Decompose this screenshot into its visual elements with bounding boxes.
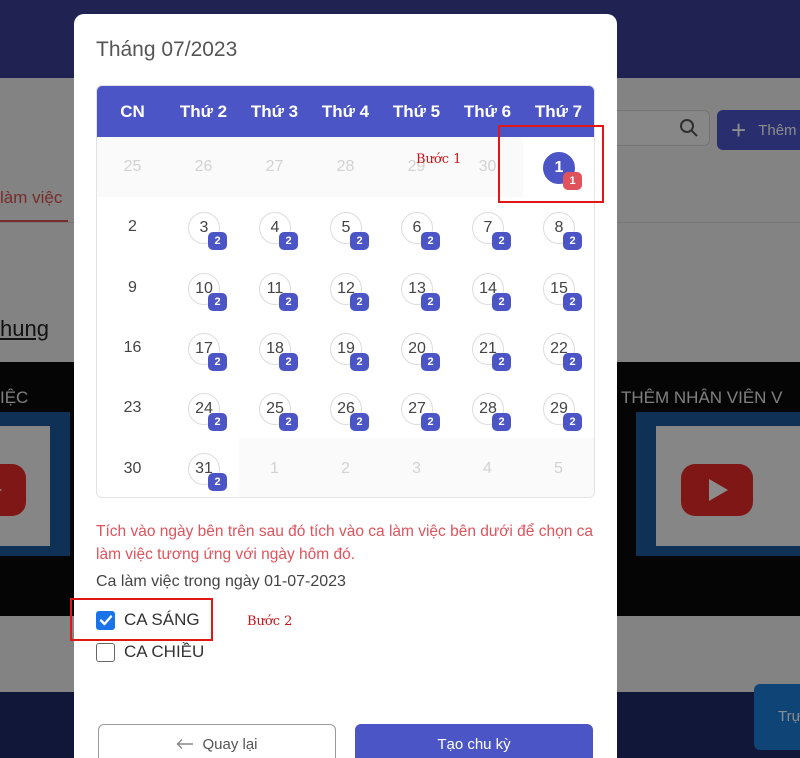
shift-count-badge: 2 <box>492 413 511 432</box>
calendar-day[interactable]: 16 <box>97 318 168 378</box>
annotation-step1-label: Bước 1 <box>416 152 462 167</box>
calendar-day[interactable]: 72 <box>452 197 523 257</box>
calendar-day[interactable]: 42 <box>239 197 310 257</box>
day-number: 9 <box>128 278 137 296</box>
instruction-text: Tích vào ngày bên trên sau đó tích vào c… <box>96 523 594 563</box>
day-number: 26 <box>194 158 213 176</box>
day-number: 2 <box>341 459 350 477</box>
shift-section-title: Ca làm việc trong ngày 01-07-2023 <box>96 573 346 590</box>
shift-count-badge: 2 <box>279 413 298 432</box>
calendar-day[interactable]: 22 2 <box>523 318 594 378</box>
shift-count-badge: 2 <box>279 352 298 371</box>
calendar-day[interactable]: 12 2 <box>310 258 381 318</box>
shift-count-badge: 2 <box>350 232 369 251</box>
calendar-day[interactable]: 23 <box>97 378 168 438</box>
shift-count-badge: 2 <box>492 352 511 371</box>
day-number: 27 <box>265 158 284 176</box>
shift-count-badge: 2 <box>421 292 440 311</box>
shift-count-badge: 2 <box>492 232 511 251</box>
calendar-day-outside-month: 1 <box>239 438 310 497</box>
shift-count-badge: 2 <box>563 413 582 432</box>
weekday-label: Thứ 5 <box>392 101 441 121</box>
day-number: 4 <box>483 459 492 477</box>
day-number: 16 <box>123 339 142 357</box>
calendar-day[interactable]: 24 2 <box>168 378 239 438</box>
weekday-label: CN <box>120 101 145 121</box>
calendar-day[interactable]: 11 2 <box>239 258 310 318</box>
calendar-day[interactable]: 62 <box>381 197 452 257</box>
shift-count-badge: 2 <box>421 352 440 371</box>
shift-count-badge: 2 <box>350 413 369 432</box>
calendar-day[interactable]: 18 2 <box>239 318 310 378</box>
shift-count-badge: 2 <box>421 232 440 251</box>
calendar-day-outside-month: 3 <box>381 438 452 497</box>
shift-count-badge: 2 <box>208 413 227 432</box>
day-number: 2 <box>128 218 137 236</box>
day-number: 30 <box>123 459 142 477</box>
calendar-day-outside-month: 26 <box>168 137 239 198</box>
calendar-day[interactable]: 52 <box>310 197 381 257</box>
calendar-day-outside-month: 4 <box>452 438 523 497</box>
calendar-day-outside-month: 28 <box>310 137 381 198</box>
back-button[interactable]: Quay lại <box>98 724 336 758</box>
shift-count-badge: 2 <box>208 292 227 311</box>
day-number: 23 <box>123 399 142 417</box>
calendar-day-outside-month: 25 <box>97 137 168 198</box>
calendar-day[interactable]: 9 <box>97 258 168 318</box>
calendar-day[interactable]: 29 2 <box>523 378 594 438</box>
calendar-day[interactable]: 21 2 <box>452 318 523 378</box>
weekday-label: Thứ 4 <box>321 101 370 121</box>
calendar-month-title: Tháng 07/2023 <box>96 38 238 61</box>
calendar-day[interactable]: 32 <box>168 197 239 257</box>
shift-count-badge: 2 <box>492 292 511 311</box>
day-number: 29 <box>407 158 426 176</box>
shift-count-badge: 2 <box>350 292 369 311</box>
shift-count-badge: 2 <box>563 352 582 371</box>
calendar-day[interactable]: 31 2 <box>168 438 239 497</box>
calendar-day[interactable]: 82 <box>523 197 594 257</box>
shift-count-badge: 2 <box>208 473 227 492</box>
create-cycle-button[interactable]: Tạo chu kỳ <box>355 724 593 758</box>
day-number: 1 <box>270 459 279 477</box>
shift-count-badge: 2 <box>563 292 582 311</box>
day-number: 5 <box>554 459 563 477</box>
arrow-left-icon <box>176 739 194 749</box>
calendar-day-outside-month: 5 <box>523 438 594 497</box>
calendar-day[interactable]: 28 2 <box>452 378 523 438</box>
shift-count-badge: 2 <box>421 413 440 432</box>
annotation-step2-label: Bước 2 <box>247 614 293 629</box>
calendar-day[interactable]: 30 <box>97 438 168 497</box>
calendar-day[interactable]: 25 2 <box>239 378 310 438</box>
shift-label: CA CHIỀU <box>124 642 205 661</box>
weekday-label: Thứ 3 <box>250 101 299 121</box>
calendar-day-outside-month: 27 <box>239 137 310 198</box>
calendar-day[interactable]: 27 2 <box>381 378 452 438</box>
calendar-day[interactable]: 26 2 <box>310 378 381 438</box>
calendar-day[interactable]: 20 2 <box>381 318 452 378</box>
shift-count-badge: 2 <box>208 232 227 251</box>
checkbox-unchecked[interactable] <box>96 642 115 662</box>
calendar-day-outside-month: 29 <box>381 137 452 198</box>
calendar-day-outside-month: 2 <box>310 438 381 497</box>
day-number: 3 <box>412 459 421 477</box>
shift-count-badge: 2 <box>279 292 298 311</box>
calendar-day[interactable]: 14 2 <box>452 258 523 318</box>
annotation-box-step1 <box>498 125 604 203</box>
shift-count-badge: 2 <box>279 232 298 251</box>
calendar-day[interactable]: 2 <box>97 197 168 257</box>
shift-option-afternoon[interactable]: CA CHIỀU <box>96 642 204 662</box>
calendar-day[interactable]: 13 2 <box>381 258 452 318</box>
annotation-box-step2 <box>70 598 213 641</box>
day-number: 25 <box>123 158 142 176</box>
calendar-day[interactable]: 15 2 <box>523 258 594 318</box>
calendar-day[interactable]: 10 2 <box>168 258 239 318</box>
shift-count-badge: 2 <box>208 352 227 371</box>
weekday-label: Thứ 2 <box>179 101 228 121</box>
calendar-day[interactable]: 17 2 <box>168 318 239 378</box>
day-number: 28 <box>336 158 355 176</box>
calendar-day[interactable]: 19 2 <box>310 318 381 378</box>
shift-count-badge: 2 <box>563 232 582 251</box>
back-button-label: Quay lại <box>202 735 258 753</box>
shift-count-badge: 2 <box>350 352 369 371</box>
